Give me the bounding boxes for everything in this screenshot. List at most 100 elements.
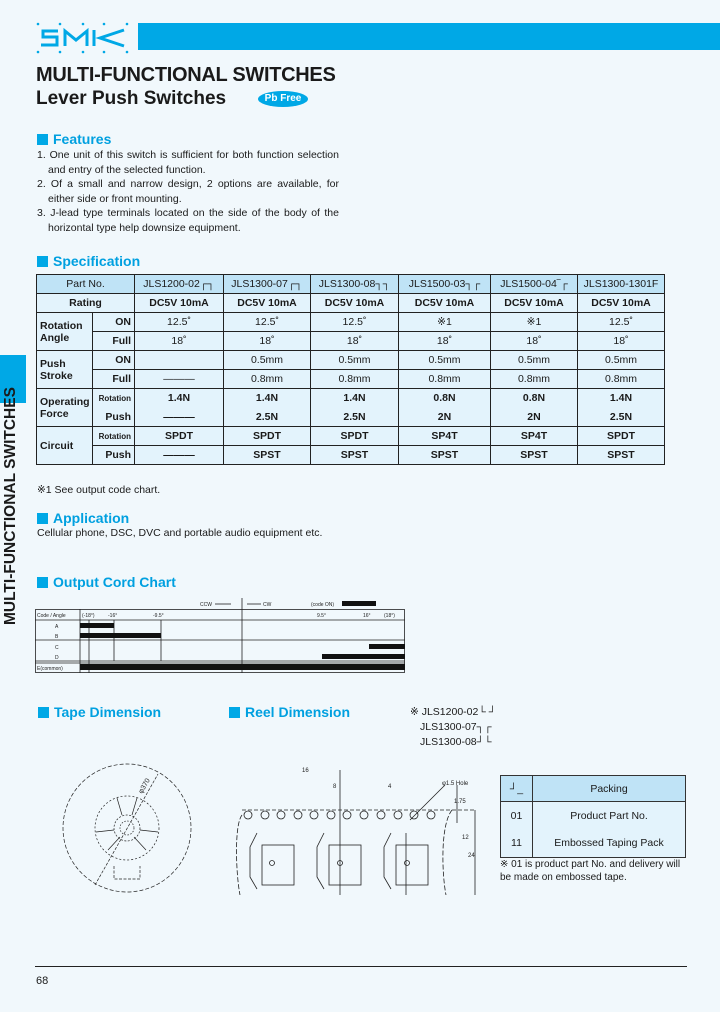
code-e-bar	[80, 664, 405, 670]
value-cell: 12.5˚	[223, 312, 311, 332]
specification-heading-text: Specification	[53, 253, 141, 269]
square-bullet-icon	[37, 133, 48, 145]
spec-footnote: ※1 See output code chart.	[37, 484, 161, 496]
table-row: Part No. JLS1200-02┌┐ JLS1300-07┌┐ JLS13…	[36, 274, 665, 294]
value-cell: 18˚	[310, 331, 399, 351]
reel-dimension-heading-text: Reel Dimension	[245, 704, 351, 720]
value-cell: 18˚	[223, 331, 311, 351]
push-stroke-label: Push Stroke	[36, 350, 93, 389]
output-chart-heading-text: Output Cord Chart	[53, 574, 176, 590]
value-cell: 1.4N	[577, 388, 665, 408]
table-row: Push ——— 2.5N 2.5N 2N 2N 2.5N	[37, 407, 665, 427]
features-list: 1. One unit of this switch is sufficient…	[37, 148, 339, 236]
packing-code: 11	[500, 829, 533, 858]
square-bullet-icon	[37, 576, 48, 588]
code-c-bar	[369, 644, 405, 649]
value-cell: ※1	[490, 312, 578, 332]
rating-label: Rating	[36, 293, 135, 313]
page-number: 68	[36, 975, 49, 987]
square-bullet-icon	[37, 255, 48, 267]
sub-label: ON	[92, 350, 135, 370]
row-label: A	[55, 624, 59, 630]
code-b-bar	[80, 633, 161, 638]
reel-drawing: φ370	[62, 763, 192, 893]
angle-label: 16°	[363, 613, 371, 619]
features-heading: Features	[37, 131, 111, 147]
table-row: 11 Embossed Taping Pack	[500, 829, 686, 858]
specification-table: Part No. JLS1200-02┌┐ JLS1300-07┌┐ JLS13…	[36, 274, 665, 465]
model-line: JLS1300-07┐┌	[420, 721, 492, 733]
value-cell: SPST	[310, 445, 399, 465]
angle-label: -16°	[108, 613, 117, 619]
sub-label: Rotation	[92, 388, 135, 408]
packing-header: Packing	[532, 775, 686, 802]
model-line: ※ JLS1200-02└ ┘	[410, 706, 497, 718]
part-no-cell: JLS1300-08┐┐	[310, 274, 399, 294]
table-row: Rating DC5V 10mA DC5V 10mA DC5V 10mA DC5…	[36, 293, 665, 313]
ccw-label: CCW	[200, 602, 212, 608]
value-cell: SPDT	[577, 426, 665, 446]
square-bullet-icon	[38, 706, 49, 718]
table-row: ┘_ Packing	[500, 775, 686, 802]
rating-cell: DC5V 10mA	[223, 293, 311, 313]
value-cell: 2N	[490, 407, 578, 427]
pitch-label: 12	[462, 835, 469, 841]
value-cell: 0.8N	[398, 388, 491, 408]
part-no-label: Part No.	[36, 274, 135, 294]
row-label: C	[55, 645, 59, 651]
value-cell: 1.4N	[310, 388, 399, 408]
sub-label: Push	[92, 445, 135, 465]
value-cell: 18˚	[577, 331, 665, 351]
angle-label: -9.5°	[153, 613, 164, 619]
value-cell: SPDT	[310, 426, 399, 446]
pitch-label: 8	[333, 784, 337, 790]
value-cell: 0.8mm	[577, 369, 665, 389]
sub-label: Rotation	[92, 426, 135, 446]
tape-dimension-heading-text: Tape Dimension	[54, 704, 162, 720]
row-label: B	[55, 634, 59, 640]
value-cell: SPDT	[223, 426, 311, 446]
models-note: ※ JLS1200-02└ ┘ JLS1300-07┐┌ JLS1300-08┘…	[410, 705, 496, 750]
header-bar	[138, 23, 720, 50]
application-heading-text: Application	[53, 510, 130, 526]
pitch-label: 24	[468, 853, 475, 859]
value-cell: SPST	[398, 445, 491, 465]
packing-label: Embossed Taping Pack	[532, 829, 686, 858]
page-title: MULTI-FUNCTIONAL SWITCHES	[36, 64, 336, 86]
value-cell: 12.5˚	[577, 312, 665, 332]
rating-cell: DC5V 10mA	[490, 293, 578, 313]
value-cell: ———	[134, 445, 224, 465]
part-no-cell: JLS1500-04‾┌	[490, 274, 578, 294]
value-cell: SPST	[223, 445, 311, 465]
angle-label: 9.5°	[317, 613, 326, 619]
table-row: Push Stroke ON 0.5mm 0.5mm 0.5mm 0.5mm 0…	[36, 350, 665, 389]
feature-item: 3. J-lead type terminals located on the …	[37, 207, 339, 234]
value-cell: SP4T	[398, 426, 491, 446]
corner-label: Code / Angle	[37, 613, 66, 619]
tape-dimension-heading: Tape Dimension	[38, 704, 161, 720]
packing-table: ┘_ Packing 01 Product Part No. 11 Emboss…	[500, 775, 686, 858]
code-on-label: (code ON)	[311, 602, 334, 608]
application-text: Cellular phone, DSC, DVC and portable au…	[37, 527, 323, 539]
pb-free-badge: Pb Free	[258, 91, 308, 107]
part-no-cell: JLS1500-03┐┌	[398, 274, 491, 294]
table-row: Operating Force Rotation 1.4N 1.4N 1.4N …	[36, 388, 665, 427]
value-cell: 12.5˚	[310, 312, 399, 332]
value-cell: 2.5N	[223, 407, 311, 427]
part-no-cell: JLS1200-02┌┐	[134, 274, 224, 294]
value-cell: 0.8N	[490, 388, 578, 408]
application-heading: Application	[37, 510, 129, 526]
value-cell: 2N	[398, 407, 491, 427]
table-row: Push ——— SPST SPST SPST SPST SPST	[37, 445, 665, 465]
tape-drawing: 16 8 4 φ1.5 Hole 1.75 12 24	[236, 768, 476, 895]
cw-label: CW	[263, 602, 272, 608]
value-cell: 0.5mm	[310, 350, 399, 370]
footer-divider	[35, 966, 687, 967]
operating-force-label: Operating Force	[36, 388, 93, 427]
value-cell: ———	[134, 407, 224, 427]
value-cell: ※1	[398, 312, 491, 332]
value-cell: SPST	[490, 445, 578, 465]
table-row: Circuit Rotation SPDT SPDT SPDT SP4T SP4…	[36, 426, 665, 465]
row-label: E(common)	[37, 666, 63, 672]
reel-diameter-label: φ370	[138, 777, 152, 795]
